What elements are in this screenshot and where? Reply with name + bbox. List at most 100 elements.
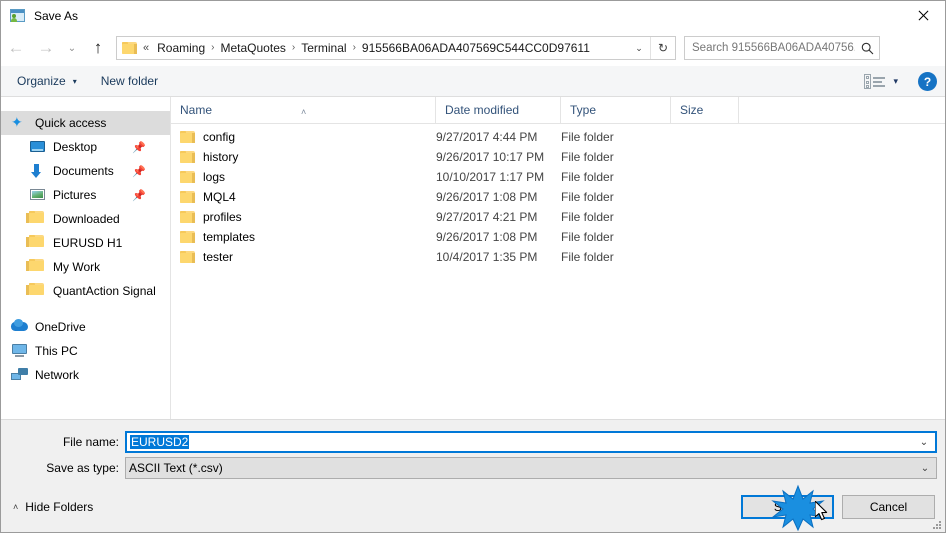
table-row[interactable]: tester 10/4/2017 1:35 PM File folder (171, 247, 945, 267)
breadcrumb-separator-2[interactable]: › (351, 37, 358, 59)
help-button[interactable]: ? (918, 72, 937, 91)
hide-folders-toggle[interactable]: ˄ Hide Folders (13, 500, 93, 514)
save-button[interactable]: Save (741, 495, 834, 519)
breadcrumb-separator-1[interactable]: › (290, 37, 297, 59)
back-button[interactable]: ← (1, 33, 31, 63)
file-date: 10/4/2017 1:35 PM (436, 250, 538, 264)
breadcrumb-item-2[interactable]: Terminal (297, 37, 350, 59)
breadcrumb-separator-0[interactable]: › (209, 37, 216, 59)
file-type: File folder (561, 130, 614, 144)
chevron-down-icon[interactable]: ⌄ (913, 437, 935, 448)
organize-menu[interactable]: Organize ▾ (9, 69, 85, 93)
table-row[interactable]: logs 10/10/2017 1:17 PM File folder (171, 167, 945, 187)
search-input[interactable]: Search 915566BA06ADA40756... (685, 42, 855, 54)
file-type: File folder (561, 230, 614, 244)
column-header-size[interactable]: Size (671, 97, 739, 123)
table-row[interactable]: profiles 9/27/2017 4:21 PM File folder (171, 207, 945, 227)
file-date: 9/27/2017 4:21 PM (436, 210, 538, 224)
new-folder-button[interactable]: New folder (93, 69, 166, 93)
file-name-value-wrap: EURUSD2 (127, 435, 913, 449)
sidebar-item-label: Documents (53, 164, 114, 178)
file-name-input[interactable]: EURUSD2 ⌄ (125, 431, 937, 453)
folder-icon (180, 191, 195, 203)
folder-icon (26, 283, 47, 299)
folder-icon (122, 41, 138, 55)
search-box[interactable]: Search 915566BA06ADA40756... (684, 36, 880, 60)
file-name-value: EURUSD2 (130, 435, 190, 449)
table-row[interactable]: MQL4 9/26/2017 1:08 PM File folder (171, 187, 945, 207)
column-header-type[interactable]: Type (561, 97, 671, 123)
column-header-name[interactable]: Name ˄ (171, 97, 436, 123)
chevron-down-icon[interactable]: ⌄ (914, 463, 936, 474)
pin-icon[interactable]: 📌 (132, 141, 146, 154)
file-date: 9/26/2017 1:08 PM (436, 230, 538, 244)
file-name: profiles (203, 210, 242, 224)
sidebar-item-quantaction-signal[interactable]: QuantAction Signal (1, 279, 170, 303)
cancel-button-label: Cancel (869, 500, 908, 514)
save-as-type-value: ASCII Text (*.csv) (129, 461, 223, 475)
up-button[interactable]: ↑ (83, 33, 113, 63)
sidebar-item-my-work[interactable]: My Work (1, 255, 170, 279)
file-type: File folder (561, 150, 614, 164)
column-header-date-modified[interactable]: Date modified (436, 97, 561, 123)
address-dropdown-icon[interactable]: ⌄ (628, 37, 650, 59)
sidebar-item-label: Downloaded (53, 212, 120, 226)
new-folder-label: New folder (100, 74, 159, 88)
folder-icon (26, 211, 47, 227)
folder-icon (180, 251, 195, 263)
organize-label: Organize (17, 74, 66, 88)
refresh-icon[interactable]: ↻ (651, 37, 675, 59)
table-row[interactable]: config 9/27/2017 4:44 PM File folder (171, 127, 945, 147)
file-list-pane: Name ˄ Date modified Type Size config 9/… (171, 97, 945, 419)
forward-button[interactable]: → (31, 33, 61, 63)
sidebar-item-network[interactable]: Network (1, 363, 170, 387)
save-as-type-select[interactable]: ASCII Text (*.csv) ⌄ (125, 457, 937, 479)
folder-icon (180, 131, 195, 143)
sort-ascending-icon: ˄ (301, 107, 307, 117)
table-row[interactable]: history 9/26/2017 10:17 PM File folder (171, 147, 945, 167)
recent-locations-button[interactable]: ⌄ (61, 33, 83, 63)
sidebar-item-downloaded[interactable]: Downloaded (1, 207, 170, 231)
address-bar[interactable]: « Roaming › MetaQuotes › Terminal › 9155… (116, 36, 676, 60)
sidebar-item-documents[interactable]: Documents 📌 (1, 159, 170, 183)
sidebar-item-onedrive[interactable]: OneDrive (1, 315, 170, 339)
save-as-type-label: Save as type: (46, 461, 119, 475)
file-type: File folder (561, 190, 614, 204)
folder-icon (180, 211, 195, 223)
download-icon (29, 163, 47, 179)
folder-icon (180, 171, 195, 183)
breadcrumb-root-chevron[interactable]: « (140, 37, 153, 59)
file-date: 9/27/2017 4:44 PM (436, 130, 538, 144)
table-row[interactable]: templates 9/26/2017 1:08 PM File folder (171, 227, 945, 247)
view-layout-icon[interactable] (864, 73, 886, 90)
file-name-cell: history (171, 150, 436, 164)
sidebar-item-label: OneDrive (35, 320, 86, 334)
close-button[interactable] (899, 1, 945, 30)
file-name: MQL4 (203, 190, 236, 204)
breadcrumb-item-3[interactable]: 915566BA06ADA407569C544CC0D97611 (358, 37, 594, 59)
file-type: File folder (561, 250, 614, 264)
resize-grip[interactable] (933, 521, 943, 531)
cancel-button[interactable]: Cancel (842, 495, 935, 519)
breadcrumb: « Roaming › MetaQuotes › Terminal › 9155… (138, 37, 628, 59)
file-name-cell: MQL4 (171, 190, 436, 204)
breadcrumb-item-0[interactable]: Roaming (153, 37, 209, 59)
sidebar-item-desktop[interactable]: Desktop 📌 (1, 135, 170, 159)
file-name-cell: logs (171, 170, 436, 184)
sidebar-item-this-pc[interactable]: This PC (1, 339, 170, 363)
sidebar-item-label: EURUSD H1 (53, 236, 123, 250)
sidebar-item-eurusd-h1[interactable]: EURUSD H1 (1, 231, 170, 255)
sidebar-item-pictures[interactable]: Pictures 📌 (1, 183, 170, 207)
file-name-cell: profiles (171, 210, 436, 224)
pin-icon[interactable]: 📌 (132, 189, 146, 202)
sidebar-item-label: My Work (53, 260, 101, 274)
search-icon[interactable] (855, 42, 879, 55)
breadcrumb-item-1[interactable]: MetaQuotes (217, 37, 290, 59)
network-icon (11, 367, 29, 383)
sidebar-item-quick-access[interactable]: ✦ Quick access (1, 111, 170, 135)
file-name: templates (203, 230, 256, 244)
pin-icon[interactable]: 📌 (132, 165, 146, 178)
view-dropdown-icon[interactable]: ▾ (893, 76, 898, 87)
file-name: tester (203, 250, 234, 264)
